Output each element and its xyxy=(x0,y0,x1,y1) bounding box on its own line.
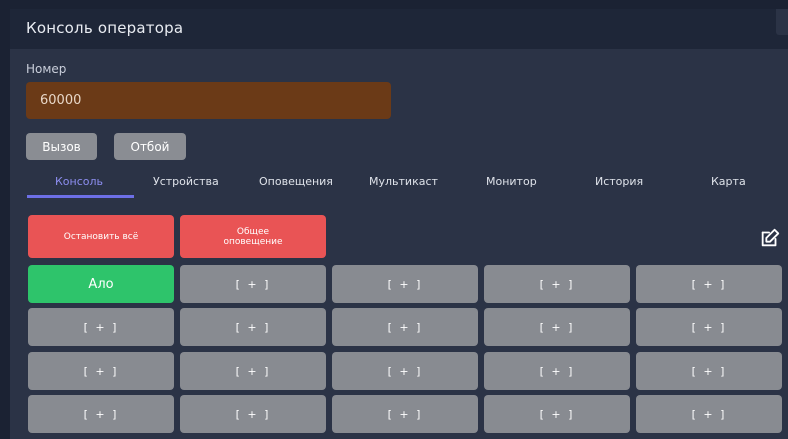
add-slot-button[interactable]: [ + ] xyxy=(484,352,630,390)
tab-console[interactable]: Консоль xyxy=(55,175,103,188)
alo-button[interactable]: Ало xyxy=(28,265,174,303)
add-slot-button[interactable]: [ + ] xyxy=(636,308,782,346)
add-slot-button[interactable]: [ + ] xyxy=(332,265,478,303)
hangup-button[interactable]: Отбой xyxy=(114,133,186,160)
window-corner-button[interactable] xyxy=(776,9,788,35)
add-slot-button[interactable]: [ + ] xyxy=(28,352,174,390)
tab-multicast[interactable]: Мультикаст xyxy=(369,175,438,188)
stop-all-button[interactable]: Остановить всё xyxy=(28,215,174,258)
general-alert-button[interactable]: Общее оповещение xyxy=(180,215,326,258)
add-slot-button[interactable]: [ + ] xyxy=(636,395,782,433)
add-slot-button[interactable]: [ + ] xyxy=(484,395,630,433)
number-label: Номер xyxy=(26,62,67,76)
tab-monitor[interactable]: Монитор xyxy=(486,175,537,188)
tab-alerts[interactable]: Оповещения xyxy=(259,175,333,188)
add-slot-button[interactable]: [ + ] xyxy=(636,265,782,303)
title-bar: Консоль оператора xyxy=(10,9,788,49)
tab-bar: Консоль Устройства Оповещения Мультикаст… xyxy=(10,169,788,199)
tab-map[interactable]: Карта xyxy=(711,175,746,188)
add-slot-button[interactable]: [ + ] xyxy=(484,308,630,346)
page-title: Консоль оператора xyxy=(26,19,184,37)
add-slot-button[interactable]: [ + ] xyxy=(28,308,174,346)
tab-devices[interactable]: Устройства xyxy=(153,175,219,188)
add-slot-button[interactable]: [ + ] xyxy=(332,352,478,390)
add-slot-button[interactable]: [ + ] xyxy=(636,352,782,390)
add-slot-button[interactable]: [ + ] xyxy=(484,265,630,303)
tab-history[interactable]: История xyxy=(595,175,643,188)
add-slot-button[interactable]: [ + ] xyxy=(332,395,478,433)
number-input[interactable] xyxy=(26,82,391,119)
operator-console-window: Консоль оператора Номер Вызов Отбой Конс… xyxy=(10,9,788,439)
active-tab-indicator xyxy=(27,195,134,198)
add-slot-button[interactable]: [ + ] xyxy=(180,395,326,433)
add-slot-button[interactable]: [ + ] xyxy=(28,395,174,433)
edit-icon[interactable] xyxy=(759,227,781,249)
add-slot-button[interactable]: [ + ] xyxy=(180,265,326,303)
add-slot-button[interactable]: [ + ] xyxy=(180,352,326,390)
call-button[interactable]: Вызов xyxy=(26,133,97,160)
add-slot-button[interactable]: [ + ] xyxy=(332,308,478,346)
add-slot-button[interactable]: [ + ] xyxy=(180,308,326,346)
